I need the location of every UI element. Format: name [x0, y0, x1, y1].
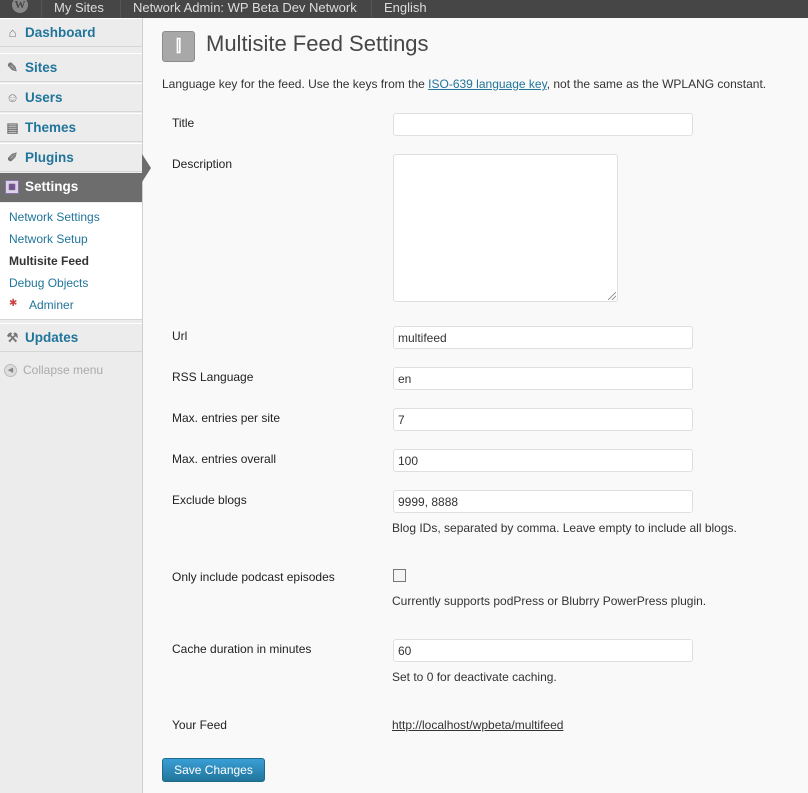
menu-item-label: Plugins — [25, 150, 74, 165]
wordpress-logo-icon: W — [12, 0, 28, 13]
cache-duration-input[interactable]: 60 — [393, 639, 693, 662]
exclude-blogs-label: Exclude blogs — [172, 493, 247, 507]
main-content: ⫿ Multisite Feed Settings Language key f… — [143, 18, 808, 793]
cache-duration-label: Cache duration in minutes — [172, 642, 312, 656]
settings-icon: ▦ — [5, 180, 19, 194]
url-input[interactable]: multifeed — [393, 326, 693, 349]
submenu-item-network-setup[interactable]: Network Setup — [9, 232, 88, 246]
settings-submenu: Network Settings Network Setup Multisite… — [0, 203, 142, 320]
podcast-label: Only include podcast episodes — [172, 570, 335, 584]
my-sites-menu[interactable]: My Sites — [42, 0, 121, 18]
description-textarea[interactable] — [393, 154, 618, 302]
menu-item-plugins[interactable]: ✐ Plugins — [0, 143, 142, 172]
wp-logo-menu[interactable]: W — [0, 0, 42, 18]
max-entries-site-label: Max. entries per site — [172, 411, 281, 425]
plugin-icon: ✐ — [7, 150, 18, 165]
podcast-help: Currently supports podPress or Blubrry P… — [392, 594, 707, 608]
language-menu[interactable]: English — [372, 0, 444, 18]
cache-duration-help: Set to 0 for deactivate caching. — [392, 670, 557, 684]
menu-item-users[interactable]: ☺ Users — [0, 83, 142, 112]
rss-language-input[interactable]: en — [393, 367, 693, 390]
submenu-item-debug-objects[interactable]: Debug Objects — [9, 276, 88, 290]
submenu-item-adminer[interactable]: Adminer — [29, 298, 74, 312]
max-entries-overall-input[interactable]: 100 — [393, 449, 693, 472]
themes-icon: ▤ — [6, 120, 19, 135]
save-changes-button[interactable]: Save Changes — [162, 758, 265, 782]
submenu-item-network-settings[interactable]: Network Settings — [9, 210, 100, 224]
submenu-item-multisite-feed[interactable]: Multisite Feed — [9, 254, 89, 268]
users-icon: ☺ — [5, 90, 20, 105]
menu-item-label: Dashboard — [25, 25, 96, 40]
menu-item-settings[interactable]: ▦ Settings — [0, 173, 142, 202]
network-admin-menu[interactable]: Network Admin: WP Beta Dev Network — [121, 0, 372, 18]
menu-item-label: Users — [25, 90, 63, 105]
admin-bar: W My Sites Network Admin: WP Beta Dev Ne… — [0, 0, 808, 18]
feed-link[interactable]: http://localhost/wpbeta/multifeed — [392, 718, 563, 732]
admin-sidebar: ⌂ Dashboard ✎ Sites ☺ Users ▤ Themes ✐ P… — [0, 18, 143, 793]
max-entries-overall-label: Max. entries overall — [172, 452, 277, 466]
menu-item-dashboard[interactable]: ⌂ Dashboard — [0, 18, 142, 47]
collapse-menu-button[interactable]: ◀ Collapse menu — [4, 363, 104, 378]
collapse-menu-label: Collapse menu — [23, 363, 104, 377]
menu-item-label: Settings — [25, 179, 79, 194]
settings-page-icon: ⫿ — [162, 31, 195, 62]
intro-text-before: Language key for the feed. Use the keys … — [162, 77, 429, 91]
max-entries-site-input[interactable]: 7 — [393, 408, 693, 431]
updates-icon: ⚒ — [6, 330, 19, 345]
exclude-blogs-help: Blog IDs, separated by comma. Leave empt… — [392, 521, 737, 535]
intro-text: Language key for the feed. Use the keys … — [162, 77, 766, 91]
menu-item-label: Updates — [25, 330, 79, 345]
title-input[interactable] — [393, 113, 693, 136]
podcast-checkbox[interactable] — [393, 569, 406, 582]
url-label: Url — [172, 329, 188, 343]
title-label: Title — [172, 116, 195, 130]
page-title: Multisite Feed Settings — [206, 31, 429, 56]
description-label: Description — [172, 157, 233, 171]
intro-text-after: , not the same as the WPLANG constant. — [546, 77, 767, 91]
your-feed-label: Your Feed — [172, 718, 227, 732]
rss-language-label: RSS Language — [172, 370, 254, 384]
collapse-arrow-icon: ◀ — [4, 364, 17, 378]
menu-item-label: Sites — [25, 60, 58, 75]
tools-icon: ✎ — [7, 60, 18, 75]
menu-item-label: Themes — [25, 120, 77, 135]
menu-item-updates[interactable]: ⚒ Updates — [0, 323, 142, 352]
iso-639-link[interactable]: ISO-639 language key — [428, 77, 547, 91]
exclude-blogs-input[interactable]: 9999, 8888 — [393, 490, 693, 513]
menu-item-sites[interactable]: ✎ Sites — [0, 53, 142, 82]
resize-grip-icon[interactable] — [608, 292, 616, 300]
menu-item-themes[interactable]: ▤ Themes — [0, 113, 142, 142]
home-icon: ⌂ — [8, 25, 17, 40]
adminer-icon: ✱ — [9, 298, 18, 309]
